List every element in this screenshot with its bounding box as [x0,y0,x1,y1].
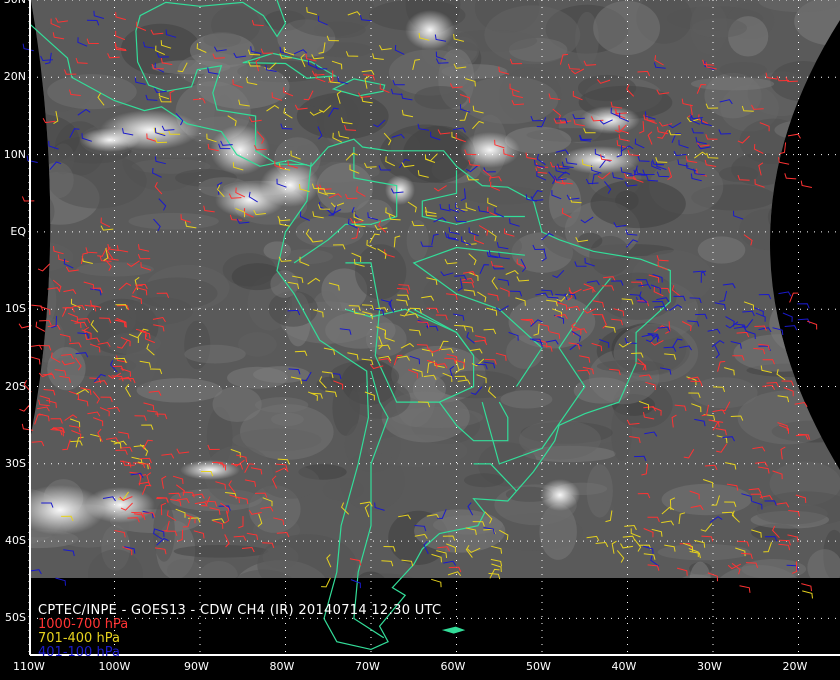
cloud-texture [690,77,775,91]
legend-high-level: 401-100 hPa [38,645,120,660]
cloud-texture [184,344,246,364]
wind-barb [778,157,790,165]
cloud-texture [30,323,46,384]
lat-label: 20S [5,379,26,393]
lat-label: 20N [3,70,26,84]
cloud-texture [30,166,46,220]
wind-barb [800,180,812,188]
wind-barb [35,321,46,332]
wind-barb [789,292,799,303]
cloud-texture [719,166,759,182]
lon-label: 40W [611,660,637,673]
cloud-texture [463,473,505,488]
cloud-texture [756,502,828,525]
cloud-texture [798,111,826,140]
cloud [385,175,415,205]
cloud-texture [697,236,746,264]
cloud-texture [719,62,767,78]
cloud-texture [41,161,74,199]
cloud-texture [76,262,155,277]
cloud-texture [767,197,824,237]
wind-barb [29,356,41,365]
lat-label: 10S [5,302,26,316]
cloud-texture [518,419,601,460]
cloud-texture [500,390,553,409]
wind-barb [31,304,44,312]
cloud-texture [737,390,837,445]
map-caption: CPTEC/INPE - GOES13 - CDW CH4 (IR) 20140… [38,603,442,618]
cloud-texture [596,359,664,373]
cloud [540,479,580,511]
cloud-texture [279,249,333,265]
lon-label: 30W [697,660,722,673]
cloud-texture [36,276,57,324]
cloud [580,106,640,134]
cloud-texture [30,134,43,148]
cloud [405,10,455,50]
cloud-texture [577,232,603,249]
cloud-texture [590,179,686,229]
cloud-texture [349,379,411,419]
lat-label: 30N [4,0,26,6]
wind-barb [784,325,798,331]
satellite-wind-map: CPTEC/INPE - GOES13 - CDW CH4 (IR) 20140… [0,0,840,680]
lon-label: 110W [13,660,45,673]
wind-barb [37,263,51,272]
lat-label: 40S [5,534,26,548]
cloud-texture [30,183,55,240]
lat-label: 50S [5,611,26,625]
wind-barb [21,423,34,431]
lon-label: 80W [269,660,295,673]
wind-barb [778,291,792,297]
cloud-texture [295,216,364,248]
wind-barb [21,196,35,202]
cloud [180,460,240,480]
cloud-texture [593,0,661,56]
cloud-texture [212,386,262,423]
lat-label: 10N [3,147,26,161]
lon-label: 100W [98,660,131,673]
wind-barb [787,133,801,139]
cloud [215,182,285,218]
legend-low-level: 1000-700 hPa [38,617,129,632]
cloud-texture [125,331,158,388]
lon-label: 60W [440,660,466,673]
cloud-texture [784,324,840,374]
wind-barb [782,312,793,322]
lon-label: 90W [184,660,209,673]
cloud-texture [296,92,389,140]
cloud-texture [484,5,581,65]
map-canvas [0,0,840,680]
legend-mid-level: 701-400 hPa [38,631,120,646]
cloud-texture [128,212,219,230]
cloud-texture [611,403,632,462]
cloud-texture [10,433,30,457]
lon-label: 50W [526,660,551,673]
lon-label: 70W [355,660,380,673]
wind-barb [797,303,810,309]
cloud-texture [463,186,542,205]
cloud-texture [733,334,828,372]
lat-label: EQ [10,224,26,238]
cloud-texture [30,329,41,378]
cloud-texture [354,244,407,300]
cloud-texture [203,31,242,48]
cloud-texture [661,483,752,516]
wind-barb [807,320,818,330]
wind-barb [784,173,797,180]
wind-barb [22,43,34,52]
cloud-texture [136,277,218,310]
lat-label: 30S [5,456,26,470]
cloud-texture [613,323,699,383]
cloud-texture [780,206,808,251]
cloud-texture [689,1,728,55]
cloud-texture [432,515,504,535]
cloud-texture [414,86,468,110]
cloud-texture [254,397,309,413]
cloud-texture [815,294,840,352]
lon-label: 20W [782,660,808,673]
